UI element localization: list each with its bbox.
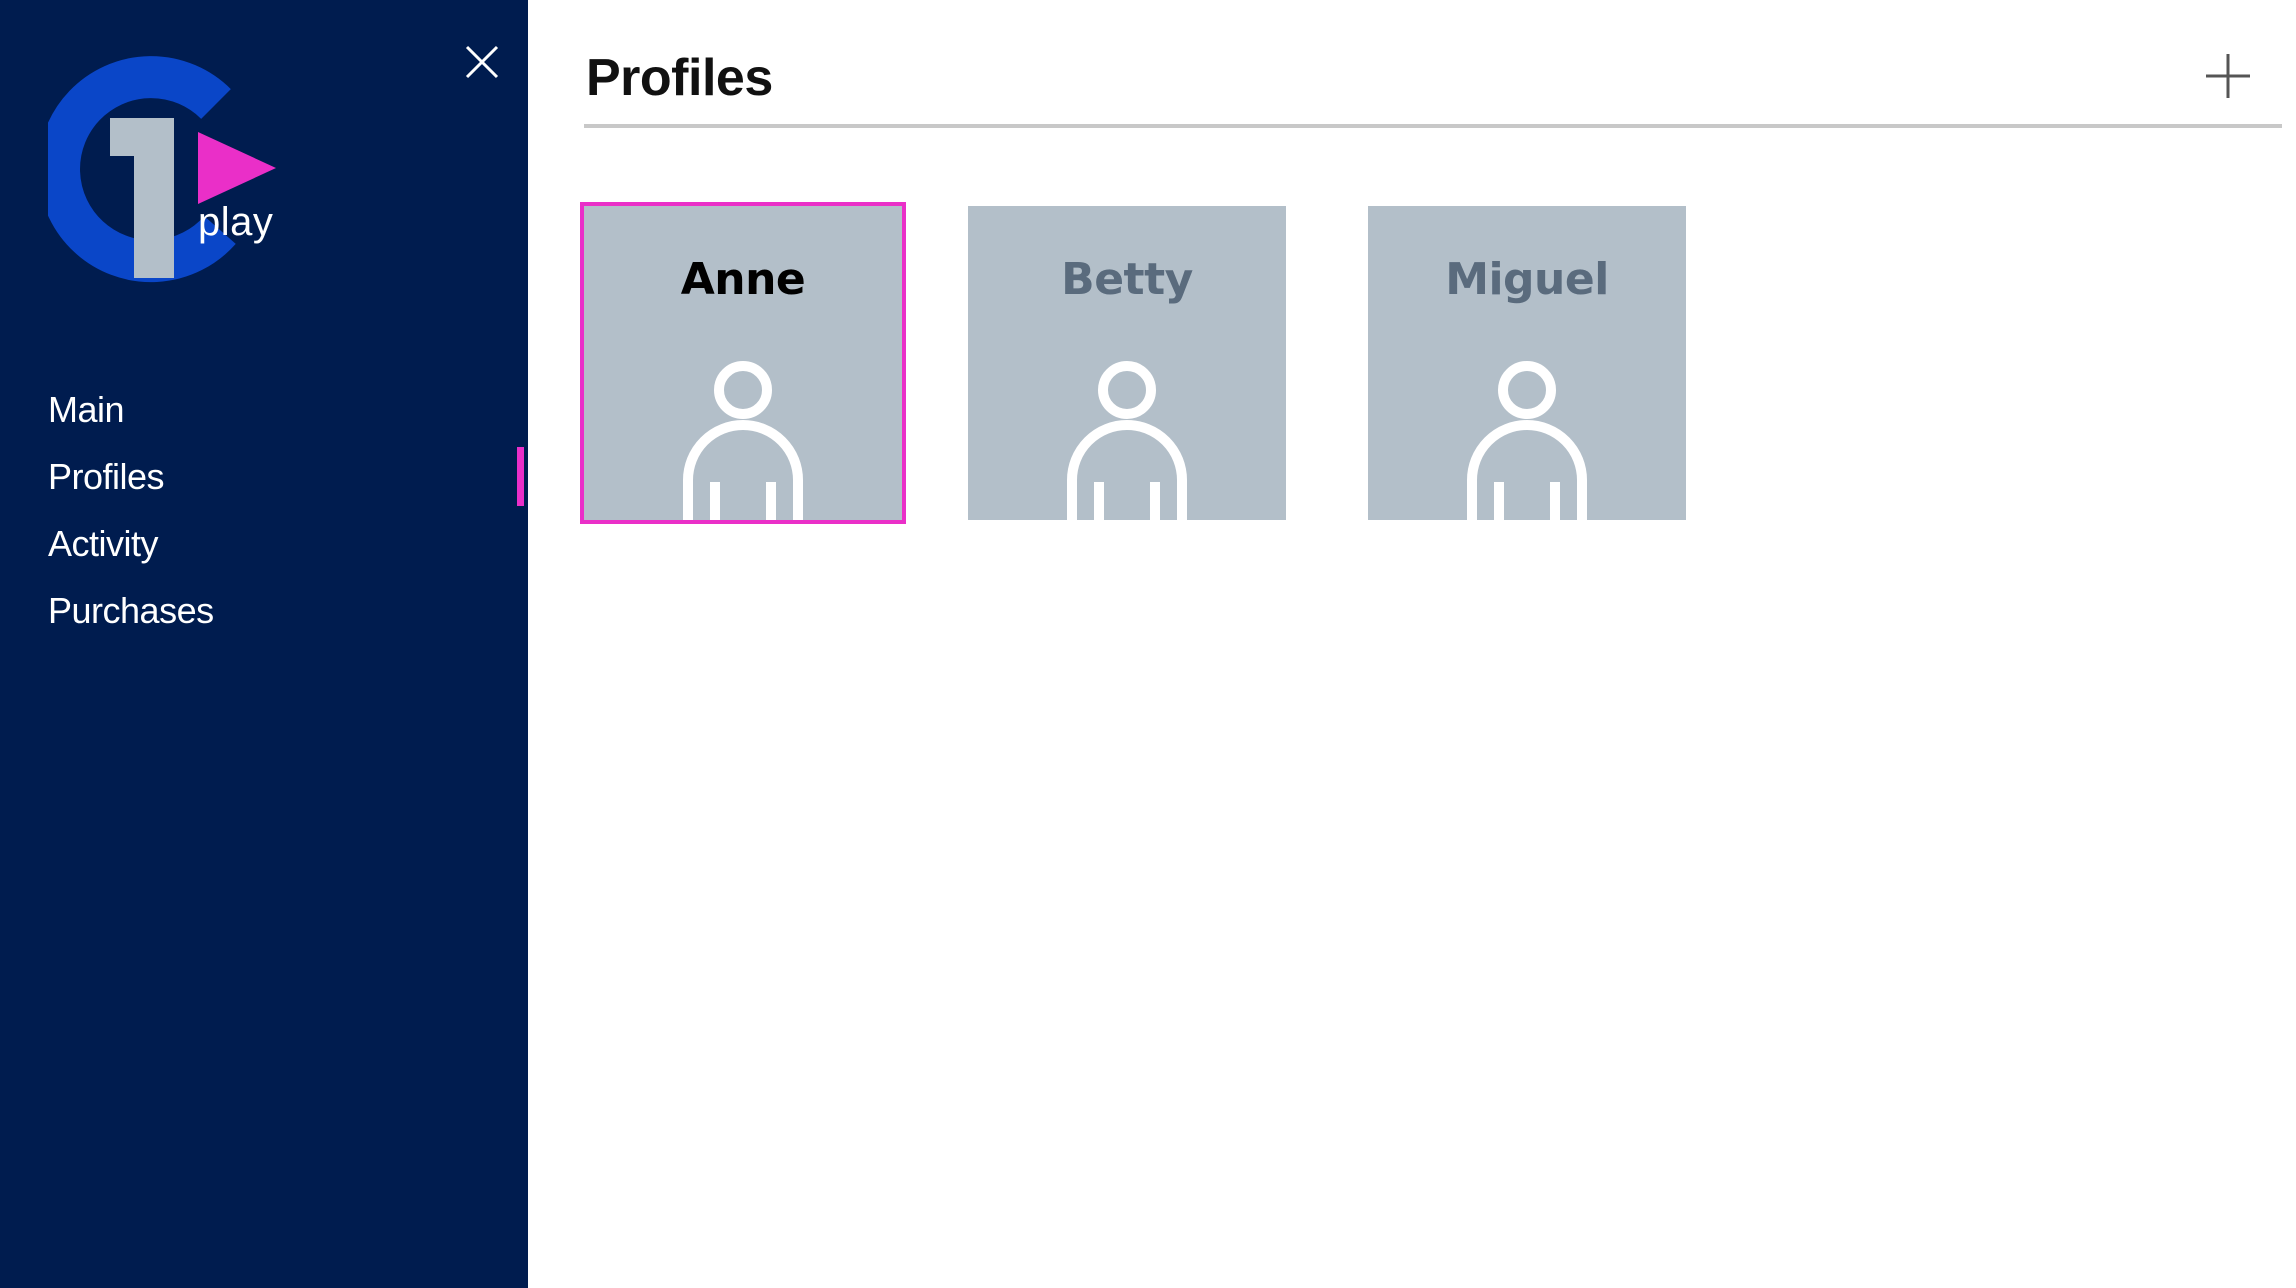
close-icon xyxy=(465,45,499,79)
sidebar-nav: Main Profiles Activity Purchases xyxy=(0,376,528,644)
sidebar: play Main Profiles Activity Purchases xyxy=(0,0,528,1288)
user-icon xyxy=(1465,358,1589,520)
app-root: play Main Profiles Activity Purchases Pr… xyxy=(0,0,2296,1288)
profile-card-betty[interactable]: Betty xyxy=(968,206,1286,520)
sidebar-item-label: Purchases xyxy=(48,589,214,631)
profile-name: Anne xyxy=(680,254,806,305)
sidebar-item-label: Profiles xyxy=(48,455,165,497)
add-profile-button[interactable] xyxy=(2204,52,2252,100)
sidebar-item-activity[interactable]: Activity xyxy=(0,510,528,577)
plus-icon xyxy=(2206,54,2250,98)
sidebar-item-purchases[interactable]: Purchases xyxy=(0,577,528,644)
sidebar-item-main[interactable]: Main xyxy=(0,376,528,443)
user-icon xyxy=(681,358,805,520)
profile-name: Betty xyxy=(1061,254,1193,305)
user-icon xyxy=(1065,358,1189,520)
profile-card-anne[interactable]: Anne xyxy=(580,202,906,524)
logo-text: play xyxy=(198,200,274,244)
logo-mark xyxy=(48,56,276,283)
profile-name: Miguel xyxy=(1445,254,1609,305)
page-header: Profiles xyxy=(584,0,2282,128)
sidebar-item-profiles[interactable]: Profiles xyxy=(0,443,528,510)
page-title: Profiles xyxy=(586,49,773,107)
profile-card-miguel[interactable]: Miguel xyxy=(1368,206,1686,520)
close-sidebar-button[interactable] xyxy=(464,44,500,80)
active-indicator xyxy=(517,447,524,506)
sidebar-item-label: Activity xyxy=(48,522,159,564)
sidebar-item-label: Main xyxy=(48,388,125,430)
main-content: Profiles Anne Betty Miguel xyxy=(528,0,2296,1288)
app-logo[interactable]: play xyxy=(48,52,288,292)
